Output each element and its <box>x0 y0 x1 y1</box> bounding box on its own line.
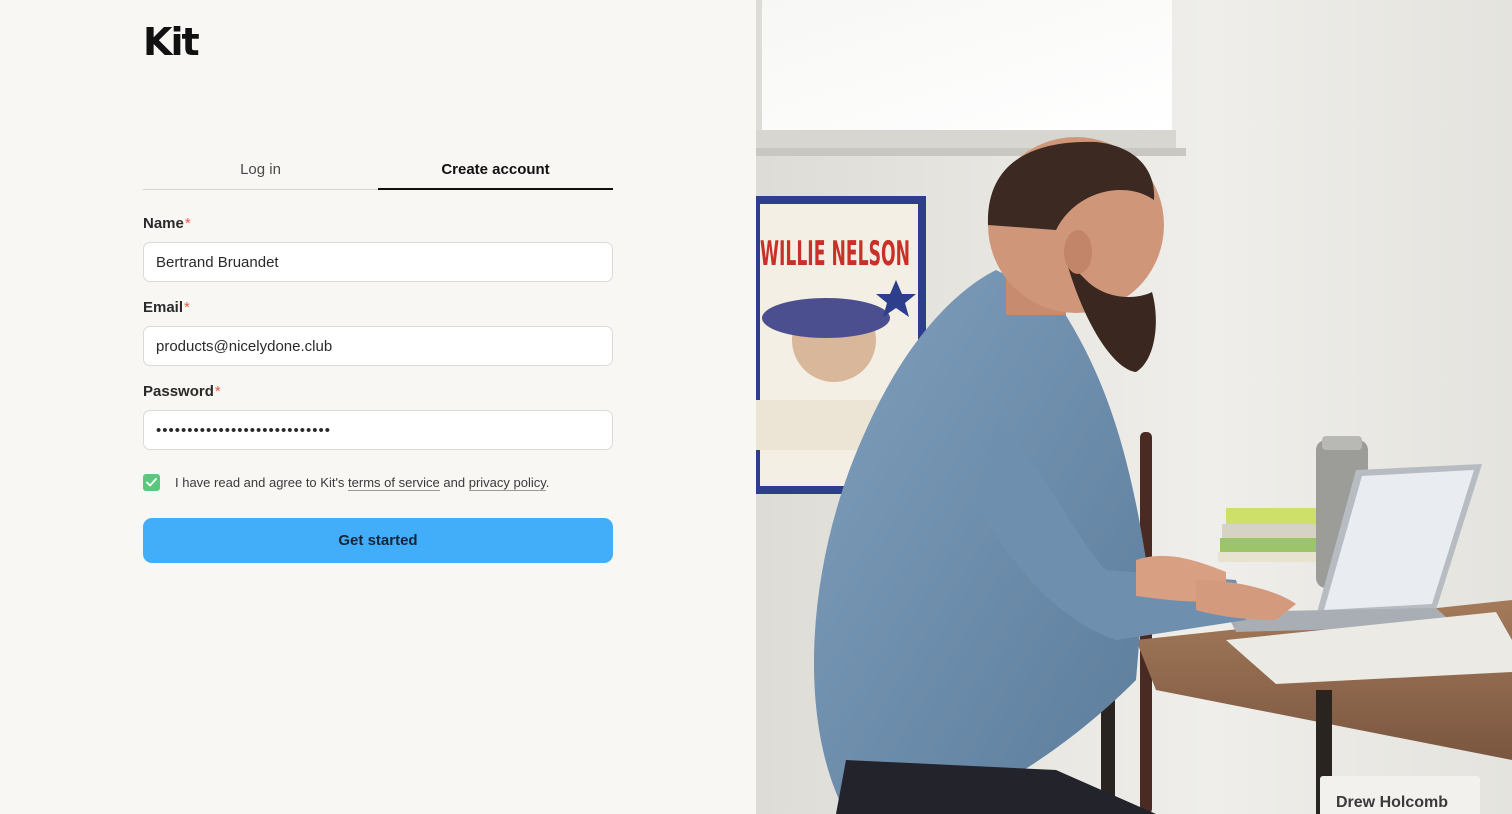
name-label-text: Name <box>143 215 184 232</box>
kit-logo[interactable]: Kit <box>143 22 215 58</box>
agree-text: I have read and agree to Kit's terms of … <box>175 475 550 491</box>
required-mark: * <box>184 299 190 316</box>
email-label: Email* <box>143 299 190 316</box>
tab-create-account[interactable]: Create account <box>378 150 613 190</box>
agree-prefix: I have read and agree to Kit's <box>175 475 349 490</box>
email-label-text: Email <box>143 299 184 316</box>
auth-tabs: Log in Create account <box>143 150 613 190</box>
name-label: Name* <box>143 215 191 232</box>
signup-panel: Kit Log in Create account Name* Email* P… <box>0 0 756 814</box>
password-label: Password* <box>143 383 221 400</box>
get-started-button[interactable]: Get started <box>143 518 613 563</box>
hero-photo: WILLIE NELSON Drew Holcomb <box>756 0 1512 814</box>
window <box>762 0 1172 130</box>
password-field[interactable] <box>143 410 613 450</box>
photo-caption: Drew Holcomb <box>1320 776 1480 814</box>
agree-checkbox[interactable] <box>143 474 160 491</box>
required-mark: * <box>184 215 191 232</box>
name-field[interactable] <box>143 242 613 282</box>
password-label-text: Password <box>143 383 214 400</box>
email-field[interactable] <box>143 326 613 366</box>
required-mark: * <box>214 383 221 400</box>
agree-suffix: . <box>545 475 550 490</box>
caption-text: Drew Holcomb <box>1336 794 1449 811</box>
check-icon <box>146 478 157 487</box>
terms-link[interactable]: terms of service <box>348 475 440 491</box>
logo-text: Kit <box>143 22 199 58</box>
poster-title: WILLIE NELSON <box>760 234 910 274</box>
agree-middle: and <box>439 475 469 490</box>
tab-log-in[interactable]: Log in <box>143 150 378 189</box>
privacy-link[interactable]: privacy policy <box>468 475 546 491</box>
hero-illustration: WILLIE NELSON <box>756 0 1512 814</box>
